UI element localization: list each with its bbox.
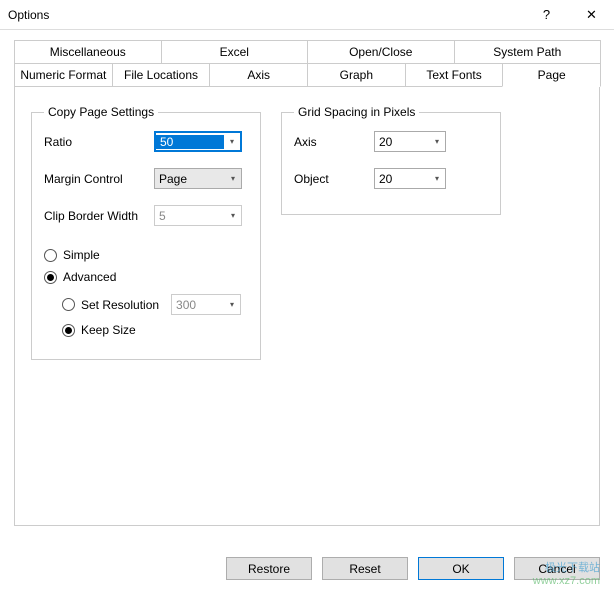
dialog-body: Miscellaneous Excel Open/Close System Pa… [0,30,614,526]
grid-object-value: 20 [375,172,429,186]
advanced-radio-row[interactable]: Advanced [44,270,248,284]
set-resolution-row[interactable]: Set Resolution 300 ▾ [62,294,248,315]
grid-spacing-legend: Grid Spacing in Pixels [294,105,419,119]
chevron-down-icon: ▾ [225,169,241,188]
keep-size-radio[interactable] [62,324,75,337]
tab-graph[interactable]: Graph [307,63,406,87]
chevron-down-icon: ▾ [429,132,445,151]
margin-control-label: Margin Control [44,172,154,186]
advanced-sub-options: Set Resolution 300 ▾ Keep Size [62,294,248,337]
restore-button[interactable]: Restore [226,557,312,580]
chevron-down-icon: ▾ [224,133,240,150]
chevron-down-icon: ▾ [429,169,445,188]
tab-axis[interactable]: Axis [209,63,308,87]
keep-size-label: Keep Size [81,323,136,337]
grid-axis-combo[interactable]: 20 ▾ [374,131,446,152]
set-resolution-radio[interactable] [62,298,75,311]
dialog-button-bar: Restore Reset OK Cancel [226,557,600,580]
simple-radio[interactable] [44,249,57,262]
grid-object-combo[interactable]: 20 ▾ [374,168,446,189]
keep-size-row[interactable]: Keep Size [62,323,248,337]
set-resolution-value: 300 [172,298,224,312]
chevron-down-icon: ▾ [225,206,241,225]
ratio-label: Ratio [44,135,154,149]
ratio-value: 50 [156,135,224,149]
window-title: Options [8,8,524,22]
tab-text-fonts[interactable]: Text Fonts [405,63,504,87]
grid-axis-value: 20 [375,135,429,149]
titlebar-buttons: ? ✕ [524,0,614,30]
advanced-radio[interactable] [44,271,57,284]
clip-border-width-label: Clip Border Width [44,209,154,223]
grid-spacing-group: Grid Spacing in Pixels Axis 20 ▾ Object … [281,105,501,215]
tab-numeric-format[interactable]: Numeric Format [14,63,113,87]
copy-page-legend: Copy Page Settings [44,105,158,119]
titlebar: Options ? ✕ [0,0,614,30]
grid-object-label: Object [294,172,374,186]
tabs-row-1: Miscellaneous Excel Open/Close System Pa… [14,40,600,63]
tab-file-locations[interactable]: File Locations [112,63,211,87]
clip-border-width-value: 5 [155,209,225,223]
reset-button[interactable]: Reset [322,557,408,580]
set-resolution-label: Set Resolution [81,298,159,312]
clip-border-width-combo[interactable]: 5 ▾ [154,205,242,226]
grid-axis-label: Axis [294,135,374,149]
ratio-combo[interactable]: 50 ▾ [154,131,242,152]
tab-miscellaneous[interactable]: Miscellaneous [14,40,162,63]
chevron-down-icon: ▾ [224,295,240,314]
tab-system-path[interactable]: System Path [454,40,602,63]
close-button[interactable]: ✕ [569,0,614,30]
tab-excel[interactable]: Excel [161,40,309,63]
tab-content-page: Copy Page Settings Ratio 50 ▾ Margin Con… [14,86,600,526]
tab-page[interactable]: Page [502,63,601,87]
help-button[interactable]: ? [524,0,569,30]
simple-radio-row[interactable]: Simple [44,248,248,262]
ok-button[interactable]: OK [418,557,504,580]
cancel-button[interactable]: Cancel [514,557,600,580]
tabs-row-2: Numeric Format File Locations Axis Graph… [14,63,600,87]
margin-control-combo[interactable]: Page ▾ [154,168,242,189]
simple-label: Simple [63,248,100,262]
content-columns: Copy Page Settings Ratio 50 ▾ Margin Con… [31,105,583,360]
tab-open-close[interactable]: Open/Close [307,40,455,63]
set-resolution-combo[interactable]: 300 ▾ [171,294,241,315]
margin-control-value: Page [155,172,225,186]
advanced-label: Advanced [63,270,116,284]
copy-page-settings-group: Copy Page Settings Ratio 50 ▾ Margin Con… [31,105,261,360]
